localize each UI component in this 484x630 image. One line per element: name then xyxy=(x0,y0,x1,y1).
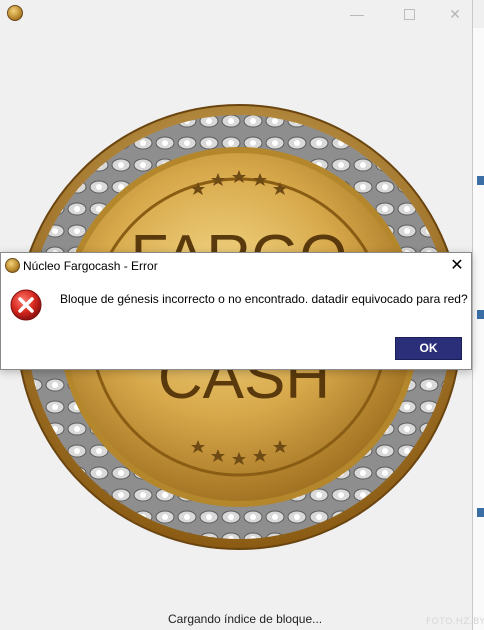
dialog-close-button[interactable]: ✕ xyxy=(443,253,471,279)
background-window-mark xyxy=(477,176,484,185)
dialog-titlebar: Núcleo Fargocash - Error ✕ xyxy=(1,253,471,279)
loading-status: Cargando índice de bloque... xyxy=(168,612,323,626)
background-window-mark xyxy=(477,310,484,319)
watermark: FOTO.HZ.BY xyxy=(426,617,484,627)
dialog-title: Núcleo Fargocash - Error xyxy=(23,259,158,273)
background-window-mark xyxy=(477,508,484,517)
background-window-edge xyxy=(473,28,484,630)
ok-button[interactable]: OK xyxy=(395,337,462,360)
fargocash-app-icon xyxy=(5,258,20,273)
error-dialog: Núcleo Fargocash - Error ✕ Bloque de gén… xyxy=(0,252,472,370)
error-message: Bloque de génesis incorrecto o no encont… xyxy=(60,292,468,306)
error-icon xyxy=(10,289,42,321)
